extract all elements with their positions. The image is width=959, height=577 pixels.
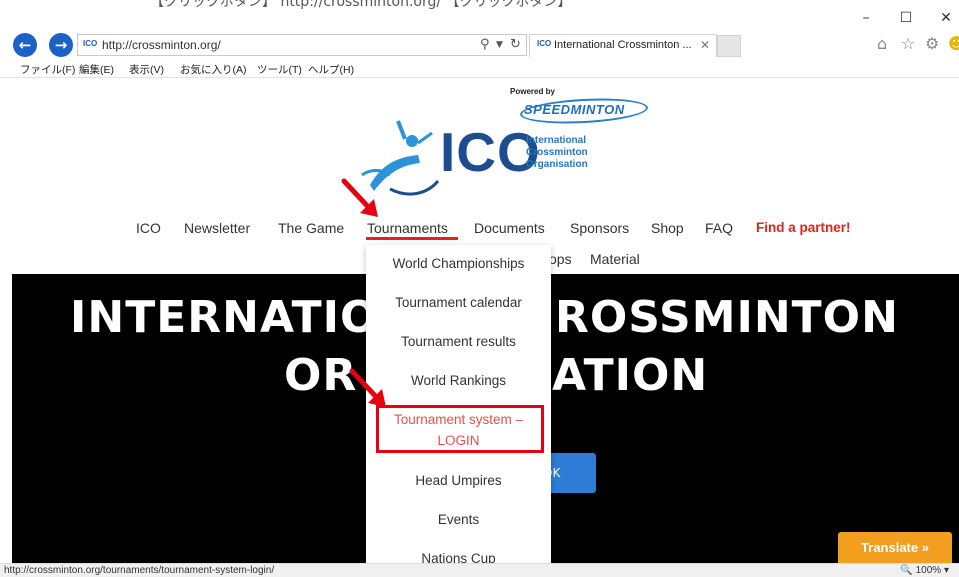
- nav-newsletter[interactable]: Newsletter: [184, 220, 250, 236]
- logo-subtitle-1: International: [526, 135, 587, 146]
- favorites-star-icon[interactable]: ☆: [901, 34, 915, 53]
- nav-shop[interactable]: Shop: [651, 220, 684, 236]
- dropdown-icon[interactable]: ▼: [496, 40, 503, 50]
- nav-find-partner[interactable]: Find a partner!: [756, 220, 851, 235]
- zoom-level[interactable]: 🔍 100% ▾: [900, 565, 949, 576]
- tab-title: International Crossminton ...: [554, 39, 692, 51]
- address-bar[interactable]: ICO http://crossminton.org/ ⚲ ▼ ↻: [77, 34, 527, 56]
- logo-subtitle-2: Crossminton: [526, 147, 588, 158]
- home-icon[interactable]: ⌂: [877, 34, 887, 53]
- status-url: http://crossminton.org/tournaments/tourn…: [4, 565, 275, 576]
- nav-workshops-partial[interactable]: ops: [549, 251, 572, 267]
- menu-tools[interactable]: ツール(T): [257, 62, 302, 77]
- menu-help[interactable]: ヘルプ(H): [308, 62, 354, 77]
- nav-documents[interactable]: Documents: [474, 220, 545, 236]
- menu-edit[interactable]: 編集(E): [79, 62, 114, 77]
- search-icon[interactable]: ⚲: [480, 37, 490, 52]
- logo-subtitle-3: Organisation: [526, 159, 588, 170]
- highlight-box: [376, 405, 544, 453]
- tournaments-dropdown: World Championships Tournament calendar …: [366, 245, 551, 563]
- tab-crossminton[interactable]: ICO International Crossminton ... ✕: [529, 34, 717, 57]
- menu-file[interactable]: ファイル(F): [20, 62, 75, 77]
- nav-ico[interactable]: ICO: [136, 220, 161, 236]
- red-arrow-icon-2: [349, 368, 386, 407]
- new-tab-button[interactable]: [717, 35, 741, 57]
- minimize-icon[interactable]: –: [855, 10, 877, 26]
- tab-favicon: ICO: [537, 39, 552, 48]
- caption-strip: 【クリックボタン】 http://crossminton.org/ 【クリックボ…: [0, 0, 959, 10]
- red-arrow-icon: [341, 178, 378, 217]
- menu-favorites[interactable]: お気に入り(A): [180, 62, 247, 77]
- speedminton-logo-text: SPEEDMINTON: [524, 102, 625, 117]
- web-page: Powered by SPEEDMINTON ICO International…: [12, 79, 959, 563]
- dropdown-world-rankings[interactable]: World Rankings: [366, 370, 551, 391]
- caption-text: 【クリックボタン】 http://crossminton.org/ 【クリックボ…: [150, 0, 572, 10]
- dropdown-world-championships[interactable]: World Championships: [366, 253, 551, 274]
- tab-close-icon[interactable]: ✕: [700, 38, 710, 52]
- translate-button[interactable]: Translate »: [838, 532, 952, 563]
- dropdown-tournament-calendar[interactable]: Tournament calendar: [366, 292, 551, 313]
- main-nav: ICO Newsletter The Game Tournaments Docu…: [12, 220, 959, 240]
- dropdown-nations-cup[interactable]: Nations Cup: [366, 548, 551, 563]
- hero-title-line1-right: ROSSMINTON: [555, 292, 899, 343]
- menu-view[interactable]: 表示(V): [129, 62, 164, 77]
- zoom-value: 100%: [915, 565, 942, 576]
- hero-title-line2-right: ATION: [552, 350, 709, 401]
- nav-the-game[interactable]: The Game: [278, 220, 344, 236]
- site-favicon: ICO: [83, 39, 98, 48]
- hero-title-line2-left: OR: [284, 350, 358, 401]
- powered-by-label: Powered by: [510, 87, 555, 96]
- dropdown-tournament-results[interactable]: Tournament results: [366, 331, 551, 352]
- maximize-icon[interactable]: ☐: [895, 10, 917, 26]
- gear-icon[interactable]: ⚙: [925, 34, 939, 53]
- nav-faq[interactable]: FAQ: [705, 220, 733, 236]
- menu-bar: ファイル(F) 編集(E) 表示(V) お気に入り(A) ツール(T) ヘルプ(…: [0, 60, 959, 78]
- status-bar: http://crossminton.org/tournaments/tourn…: [0, 563, 959, 577]
- dropdown-events[interactable]: Events: [366, 509, 551, 530]
- dropdown-head-umpires[interactable]: Head Umpires: [366, 470, 551, 491]
- nav-material[interactable]: Material: [590, 251, 640, 267]
- nav-sponsors[interactable]: Sponsors: [570, 220, 629, 236]
- hero-title-line1-left: INTERNATIO: [70, 292, 379, 343]
- refresh-icon[interactable]: ↻: [510, 37, 521, 52]
- smiley-icon[interactable]: ☻: [948, 34, 959, 53]
- address-text: http://crossminton.org/: [102, 38, 221, 52]
- nav-tournaments[interactable]: Tournaments: [367, 220, 448, 236]
- forward-arrow-icon[interactable]: →: [49, 33, 73, 57]
- close-window-icon[interactable]: ✕: [935, 10, 957, 26]
- nav-active-underline: [366, 237, 458, 240]
- back-arrow-icon[interactable]: ←: [13, 33, 37, 57]
